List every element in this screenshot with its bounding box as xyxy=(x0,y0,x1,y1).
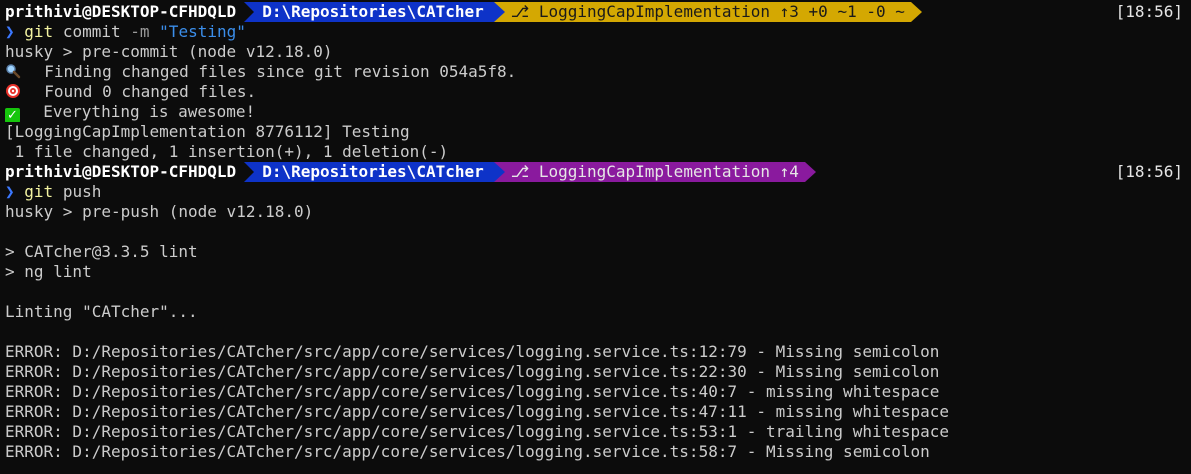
output-line: [LoggingCapImplementation 8776112] Testi… xyxy=(5,122,410,141)
target-icon xyxy=(5,83,21,99)
terminal-window[interactable]: prithivi@DESKTOP-CFHDQLD D:\Repositories… xyxy=(0,0,1191,474)
output-line: Finding changed files since git revision… xyxy=(0,62,1191,82)
magnifier-icon xyxy=(5,63,21,79)
output-text: Found 0 changed files. xyxy=(25,82,257,101)
output-line: Linting "CATcher"... xyxy=(5,302,198,321)
prompt-time: [18:56] xyxy=(1115,2,1183,21)
chevron-icon: ❯ xyxy=(5,22,15,41)
prompt-user: prithivi@DESKTOP-CFHDQLD xyxy=(0,2,245,22)
error-line: ERROR: D:/Repositories/CATcher/src/app/c… xyxy=(5,442,930,461)
segment-separator xyxy=(244,2,255,22)
prompt-branch: ⎇ LoggingCapImplementation ↑3 +0 ~1 -0 ~ xyxy=(504,2,911,22)
output-text: Everything is awesome! xyxy=(24,102,256,121)
output-line: husky > pre-commit (node v12.18.0) xyxy=(5,42,333,61)
check-mark-icon: ✓ xyxy=(5,108,20,122)
output-line: > CATcher@3.3.5 lint xyxy=(5,242,198,261)
output-line: husky > pre-push (node v12.18.0) xyxy=(5,202,314,221)
command-arg: push xyxy=(62,182,102,201)
error-line: ERROR: D:/Repositories/CATcher/src/app/c… xyxy=(5,362,940,381)
output-line: Found 0 changed files. xyxy=(0,82,1191,102)
prompt-user: prithivi@DESKTOP-CFHDQLD xyxy=(0,162,245,182)
prompt-line: prithivi@DESKTOP-CFHDQLD D:\Repositories… xyxy=(0,2,1191,22)
error-line: ERROR: D:/Repositories/CATcher/src/app/c… xyxy=(5,402,950,421)
command-string: "Testing" xyxy=(159,22,246,41)
prompt-line: prithivi@DESKTOP-CFHDQLD D:\Repositories… xyxy=(0,162,1191,182)
command-name: git xyxy=(24,182,54,201)
error-line: ERROR: D:/Repositories/CATcher/src/app/c… xyxy=(5,422,950,441)
command-line[interactable]: ❯ git commit -m "Testing" xyxy=(0,22,1191,42)
command-arg: commit xyxy=(62,22,121,41)
prompt-path: D:\Repositories\CATcher xyxy=(254,162,494,182)
error-line: ERROR: D:/Repositories/CATcher/src/app/c… xyxy=(5,382,940,401)
output-text: Finding changed files since git revision… xyxy=(25,62,517,81)
segment-separator xyxy=(493,162,505,182)
command-name: git xyxy=(24,22,54,41)
output-line: 1 file changed, 1 insertion(+), 1 deleti… xyxy=(5,142,449,161)
output-line: ✓ Everything is awesome! xyxy=(0,102,1191,122)
prompt-time: [18:56] xyxy=(1115,162,1183,181)
prompt-path: D:\Repositories\CATcher xyxy=(254,2,494,22)
command-flag: -m xyxy=(130,22,150,41)
prompt-branch: ⎇ LoggingCapImplementation ↑4 xyxy=(504,162,805,182)
error-line: ERROR: D:/Repositories/CATcher/src/app/c… xyxy=(5,342,940,361)
output-line: > ng lint xyxy=(5,262,92,281)
segment-separator xyxy=(244,162,255,182)
segment-separator xyxy=(493,2,505,22)
segment-separator xyxy=(804,162,816,182)
command-line[interactable]: ❯ git push xyxy=(0,182,1191,202)
segment-separator xyxy=(910,2,922,22)
chevron-icon: ❯ xyxy=(5,182,15,201)
